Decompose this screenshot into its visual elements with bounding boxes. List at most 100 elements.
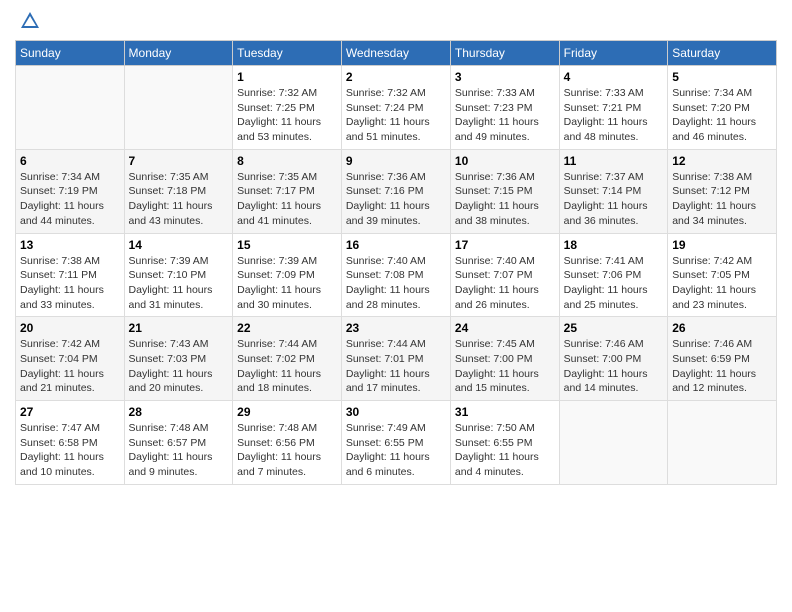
day-info: Sunrise: 7:38 AMSunset: 7:12 PMDaylight:… <box>672 170 772 229</box>
day-info: Sunrise: 7:48 AMSunset: 6:57 PMDaylight:… <box>129 421 229 480</box>
day-number: 3 <box>455 70 555 84</box>
day-info: Sunrise: 7:49 AMSunset: 6:55 PMDaylight:… <box>346 421 446 480</box>
day-info: Sunrise: 7:39 AMSunset: 7:09 PMDaylight:… <box>237 254 337 313</box>
day-header-thursday: Thursday <box>450 41 559 66</box>
day-number: 2 <box>346 70 446 84</box>
calendar-cell: 19 Sunrise: 7:42 AMSunset: 7:05 PMDayligh… <box>668 233 777 317</box>
day-number: 28 <box>129 405 229 419</box>
day-info: Sunrise: 7:32 AMSunset: 7:24 PMDaylight:… <box>346 86 446 145</box>
day-info: Sunrise: 7:39 AMSunset: 7:10 PMDaylight:… <box>129 254 229 313</box>
day-info: Sunrise: 7:36 AMSunset: 7:16 PMDaylight:… <box>346 170 446 229</box>
day-number: 29 <box>237 405 337 419</box>
calendar-cell: 17Sunrise: 7:40 AMSunset: 7:07 PMDayligh… <box>450 233 559 317</box>
day-info: Sunrise: 7:48 AMSunset: 6:56 PMDaylight:… <box>237 421 337 480</box>
day-info: Sunrise: 7:44 AMSunset: 7:02 PMDaylight:… <box>237 337 337 396</box>
day-number: 24 <box>455 321 555 335</box>
calendar-cell: 3Sunrise: 7:33 AMSunset: 7:23 PMDaylight… <box>450 66 559 150</box>
day-header-friday: Friday <box>559 41 668 66</box>
day-number: 10 <box>455 154 555 168</box>
calendar-cell: 29 Sunrise: 7:48 AMSunset: 6:56 PMDayligh… <box>233 401 342 485</box>
day-info: Sunrise: 7:36 AMSunset: 7:15 PMDaylight:… <box>455 170 555 229</box>
day-info: Sunrise: 7:42 AMSunset: 7:04 PMDaylight:… <box>20 337 120 396</box>
calendar-cell: 22Sunrise: 7:44 AMSunset: 7:02 PMDayligh… <box>233 317 342 401</box>
week-row-4: 20 Sunrise: 7:42 AMSunset: 7:04 PMDayligh… <box>16 317 777 401</box>
calendar-cell: 9 Sunrise: 7:36 AMSunset: 7:16 PMDaylight… <box>341 149 450 233</box>
calendar-cell: 25 Sunrise: 7:46 AMSunset: 7:00 PMDayligh… <box>559 317 668 401</box>
calendar-cell: 4Sunrise: 7:33 AMSunset: 7:21 PMDaylight… <box>559 66 668 150</box>
calendar-cell: 1 Sunrise: 7:32 AMSunset: 7:25 PMDaylight… <box>233 66 342 150</box>
calendar-cell: 15 Sunrise: 7:39 AMSunset: 7:09 PMDayligh… <box>233 233 342 317</box>
calendar-cell: 18 Sunrise: 7:41 AMSunset: 7:06 PMDayligh… <box>559 233 668 317</box>
day-info: Sunrise: 7:46 AMSunset: 6:59 PMDaylight:… <box>672 337 772 396</box>
day-info: Sunrise: 7:41 AMSunset: 7:06 PMDaylight:… <box>564 254 664 313</box>
calendar-cell: 7 Sunrise: 7:35 AMSunset: 7:18 PMDaylight… <box>124 149 233 233</box>
calendar-cell: 21Sunrise: 7:43 AMSunset: 7:03 PMDayligh… <box>124 317 233 401</box>
day-info: Sunrise: 7:40 AMSunset: 7:08 PMDaylight:… <box>346 254 446 313</box>
day-number: 25 <box>564 321 664 335</box>
calendar-cell: 28 Sunrise: 7:48 AMSunset: 6:57 PMDayligh… <box>124 401 233 485</box>
day-number: 26 <box>672 321 772 335</box>
day-number: 18 <box>564 238 664 252</box>
day-number: 16 <box>346 238 446 252</box>
calendar-cell: 24 Sunrise: 7:45 AMSunset: 7:00 PMDayligh… <box>450 317 559 401</box>
day-info: Sunrise: 7:35 AMSunset: 7:17 PMDaylight:… <box>237 170 337 229</box>
calendar-header-row: SundayMondayTuesdayWednesdayThursdayFrid… <box>16 41 777 66</box>
week-row-5: 27 Sunrise: 7:47 AMSunset: 6:58 PMDayligh… <box>16 401 777 485</box>
day-info: Sunrise: 7:34 AMSunset: 7:19 PMDaylight:… <box>20 170 120 229</box>
day-info: Sunrise: 7:44 AMSunset: 7:01 PMDaylight:… <box>346 337 446 396</box>
day-info: Sunrise: 7:42 AMSunset: 7:05 PMDaylight:… <box>672 254 772 313</box>
week-row-1: 1 Sunrise: 7:32 AMSunset: 7:25 PMDaylight… <box>16 66 777 150</box>
day-number: 4 <box>564 70 664 84</box>
day-info: Sunrise: 7:46 AMSunset: 7:00 PMDaylight:… <box>564 337 664 396</box>
day-info: Sunrise: 7:50 AMSunset: 6:55 PMDaylight:… <box>455 421 555 480</box>
day-header-monday: Monday <box>124 41 233 66</box>
day-number: 20 <box>20 321 120 335</box>
calendar-cell: 27 Sunrise: 7:47 AMSunset: 6:58 PMDayligh… <box>16 401 125 485</box>
calendar-cell <box>559 401 668 485</box>
logo-icon <box>19 10 41 32</box>
calendar-cell: 20 Sunrise: 7:42 AMSunset: 7:04 PMDayligh… <box>16 317 125 401</box>
calendar-cell <box>668 401 777 485</box>
logo <box>15 10 41 32</box>
calendar-cell: 31 Sunrise: 7:50 AMSunset: 6:55 PMDayligh… <box>450 401 559 485</box>
calendar-cell: 13Sunrise: 7:38 AMSunset: 7:11 PMDayligh… <box>16 233 125 317</box>
day-number: 27 <box>20 405 120 419</box>
calendar-cell: 8 Sunrise: 7:35 AMSunset: 7:17 PMDaylight… <box>233 149 342 233</box>
calendar-cell: 10 Sunrise: 7:36 AMSunset: 7:15 PMDayligh… <box>450 149 559 233</box>
day-number: 12 <box>672 154 772 168</box>
day-info: Sunrise: 7:35 AMSunset: 7:18 PMDaylight:… <box>129 170 229 229</box>
day-info: Sunrise: 7:32 AMSunset: 7:25 PMDaylight:… <box>237 86 337 145</box>
day-number: 19 <box>672 238 772 252</box>
calendar-cell: 2 Sunrise: 7:32 AMSunset: 7:24 PMDaylight… <box>341 66 450 150</box>
day-header-sunday: Sunday <box>16 41 125 66</box>
calendar-cell <box>124 66 233 150</box>
day-number: 8 <box>237 154 337 168</box>
day-number: 5 <box>672 70 772 84</box>
calendar-cell: 12 Sunrise: 7:38 AMSunset: 7:12 PMDayligh… <box>668 149 777 233</box>
day-number: 17 <box>455 238 555 252</box>
calendar-cell: 26 Sunrise: 7:46 AMSunset: 6:59 PMDayligh… <box>668 317 777 401</box>
day-header-wednesday: Wednesday <box>341 41 450 66</box>
calendar-cell: 11 Sunrise: 7:37 AMSunset: 7:14 PMDayligh… <box>559 149 668 233</box>
day-number: 9 <box>346 154 446 168</box>
day-info: Sunrise: 7:47 AMSunset: 6:58 PMDaylight:… <box>20 421 120 480</box>
calendar-table: SundayMondayTuesdayWednesdayThursdayFrid… <box>15 40 777 485</box>
day-header-tuesday: Tuesday <box>233 41 342 66</box>
day-number: 31 <box>455 405 555 419</box>
day-number: 23 <box>346 321 446 335</box>
day-number: 11 <box>564 154 664 168</box>
calendar-cell: 16 Sunrise: 7:40 AMSunset: 7:08 PMDayligh… <box>341 233 450 317</box>
day-info: Sunrise: 7:34 AMSunset: 7:20 PMDaylight:… <box>672 86 772 145</box>
day-info: Sunrise: 7:37 AMSunset: 7:14 PMDaylight:… <box>564 170 664 229</box>
day-info: Sunrise: 7:45 AMSunset: 7:00 PMDaylight:… <box>455 337 555 396</box>
calendar-cell: 23 Sunrise: 7:44 AMSunset: 7:01 PMDayligh… <box>341 317 450 401</box>
calendar-cell: 5 Sunrise: 7:34 AMSunset: 7:20 PMDaylight… <box>668 66 777 150</box>
day-number: 7 <box>129 154 229 168</box>
day-number: 15 <box>237 238 337 252</box>
calendar-cell: 6 Sunrise: 7:34 AMSunset: 7:19 PMDaylight… <box>16 149 125 233</box>
day-info: Sunrise: 7:43 AMSunset: 7:03 PMDaylight:… <box>129 337 229 396</box>
day-number: 30 <box>346 405 446 419</box>
day-number: 6 <box>20 154 120 168</box>
day-number: 1 <box>237 70 337 84</box>
page-header <box>15 10 777 32</box>
